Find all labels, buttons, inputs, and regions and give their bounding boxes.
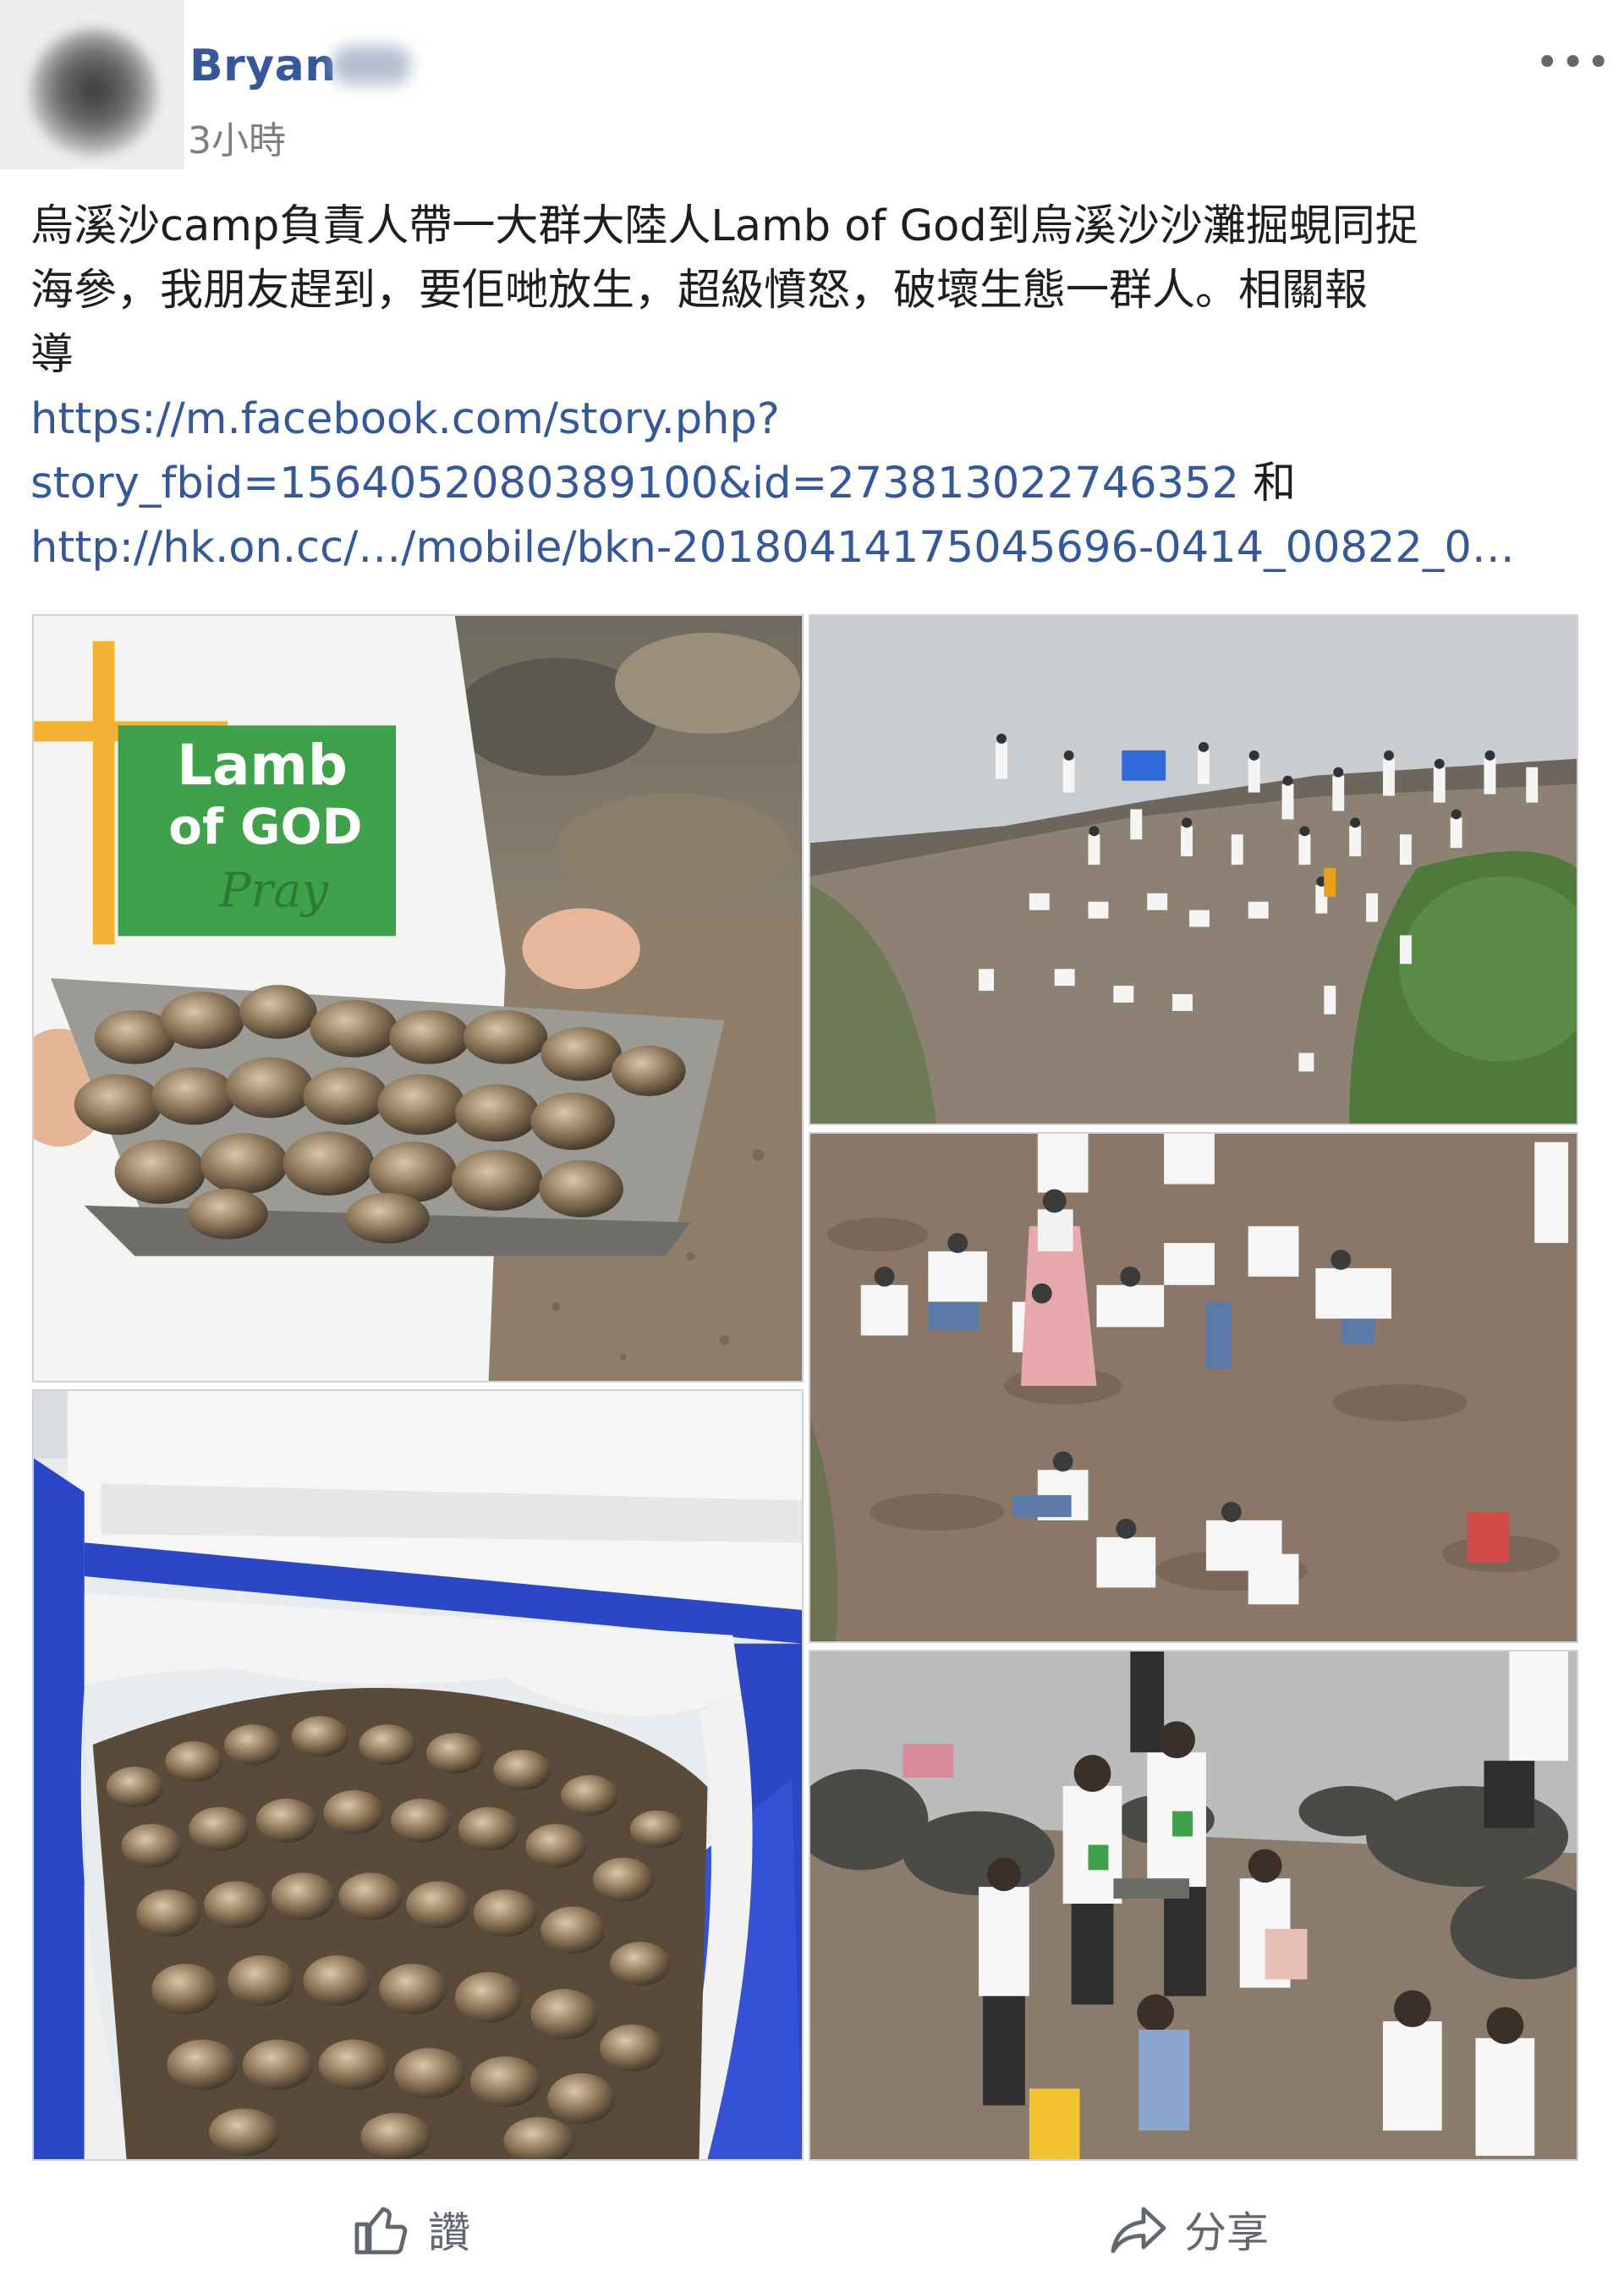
story-link-row: story_fbid=1564052080389100&id=273813022… xyxy=(30,452,1594,516)
author-name-blurred xyxy=(332,46,411,85)
post-timestamp[interactable]: 3小時 xyxy=(188,110,286,164)
post-text-line: 導 xyxy=(30,330,74,380)
photo-cooler-clams[interactable] xyxy=(32,1389,804,2161)
photo-clam-tray[interactable]: Lamb of GOD Pray xyxy=(32,614,804,1382)
avatar[interactable] xyxy=(0,0,184,169)
share-arrow-icon xyxy=(1111,2207,1166,2253)
author-name[interactable]: Bryan xyxy=(189,41,337,91)
story-link-part2[interactable]: story_fbid=1564052080389100&id=273813022… xyxy=(30,459,1239,508)
post-text: 烏溪沙camp負責人帶一大群大陸人Lamb of God到烏溪沙沙灘掘蜆同捉 海… xyxy=(30,195,1594,580)
tshirt-pray-text: Pray xyxy=(218,863,329,918)
tshirt-ofgod-text: of GOD xyxy=(168,798,362,855)
news-link[interactable]: http://hk.on.cc/…/mobile/bkn-20180414175… xyxy=(30,516,1594,580)
tshirt-lamb-text: Lamb xyxy=(177,734,348,798)
connector-text: 和 xyxy=(1238,459,1297,508)
share-label: 分享 xyxy=(1184,2208,1269,2257)
like-button[interactable]: 讚 xyxy=(352,2191,470,2267)
thumbs-up-icon xyxy=(354,2207,408,2255)
photo-people-shore[interactable] xyxy=(809,1650,1578,2161)
post-text-line: 海參，我朋友趕到，要佢哋放生，超級憤怒，破壞生態一群人。相關報 xyxy=(30,266,1369,316)
photo-beach-crowd[interactable] xyxy=(809,614,1578,1125)
post-actions-bar: 讚 分享 xyxy=(0,2191,1624,2267)
share-button[interactable]: 分享 xyxy=(1108,2191,1269,2267)
post-text-line: 烏溪沙camp負責人帶一大群大陸人Lamb of God到烏溪沙沙灘掘蜆同捉 xyxy=(30,201,1418,251)
more-options-icon[interactable]: ••• xyxy=(1535,42,1612,83)
story-link-part1[interactable]: https://m.facebook.com/story.php? xyxy=(30,387,1594,452)
photo-people-digging[interactable] xyxy=(809,1132,1578,1643)
like-label: 讚 xyxy=(428,2208,470,2257)
